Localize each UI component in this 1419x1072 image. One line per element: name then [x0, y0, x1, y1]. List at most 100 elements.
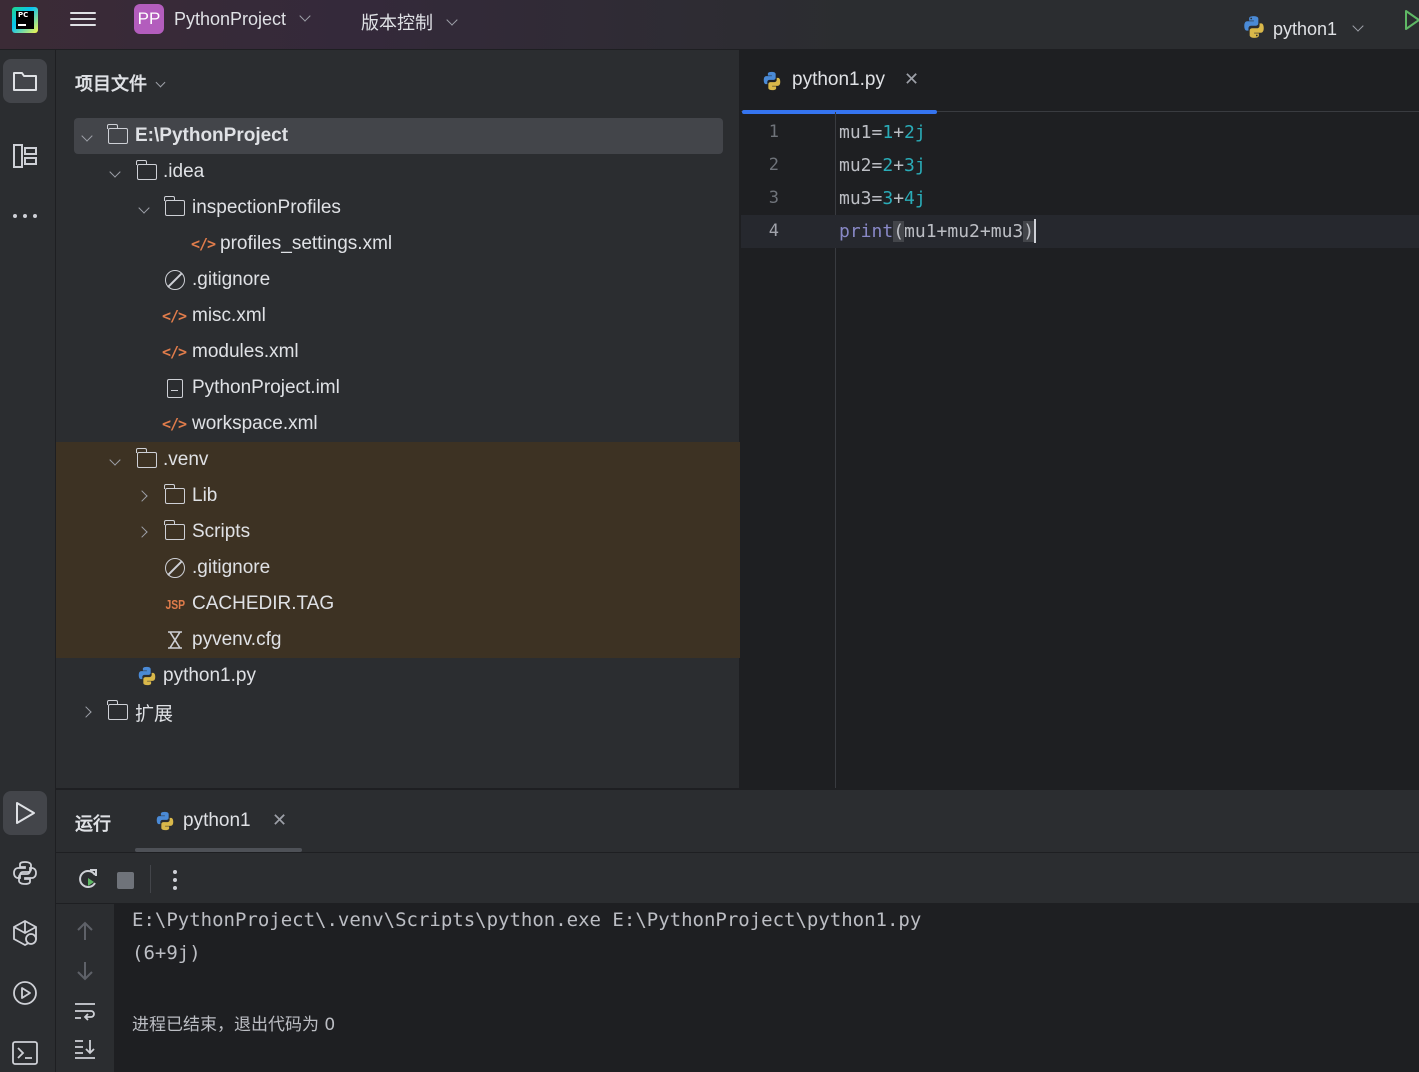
terminal-tool-button[interactable] [3, 1031, 47, 1072]
chevron-down-icon[interactable] [109, 454, 121, 466]
run-tool-button[interactable] [3, 791, 47, 835]
chevron-down-icon [299, 10, 311, 22]
python-icon [156, 811, 174, 831]
code-line[interactable]: 4 print(mu1+mu2+mu3) [741, 215, 1419, 248]
tree-item-idea[interactable]: .idea [56, 154, 740, 190]
more-tools-button[interactable] [3, 194, 47, 238]
chevron-down-icon [1352, 20, 1364, 32]
line-number[interactable]: 3 [741, 182, 779, 215]
project-selector[interactable]: PythonProject [174, 9, 311, 30]
run-config-selector[interactable]: python1 [1241, 9, 1364, 40]
iml-file-icon [167, 378, 183, 398]
tree-item-gitignore[interactable]: .gitignore [56, 262, 740, 298]
tree-item-project-root[interactable]: E:\PythonProject [56, 118, 740, 154]
console-output[interactable]: E:\PythonProject\.venv\Scripts\python.ex… [114, 904, 1419, 1072]
tree-item-profiles-settings[interactable]: </> profiles_settings.xml [56, 226, 740, 262]
line-number[interactable]: 4 [741, 215, 779, 248]
arrow-down-icon[interactable] [75, 960, 95, 982]
console-side-toolbar [56, 904, 114, 1072]
project-name: PythonProject [174, 9, 287, 29]
line-number[interactable]: 1 [741, 116, 779, 149]
project-panel-title[interactable]: 项目文件 [75, 70, 166, 96]
folder-icon [164, 484, 185, 504]
code-token: 1 [882, 122, 894, 143]
structure-icon [13, 144, 37, 168]
code-token: ( [893, 221, 905, 242]
arrow-up-icon[interactable] [75, 920, 95, 942]
tree-item-label: .gitignore [192, 557, 271, 578]
tree-item-label: E:\PythonProject [135, 125, 289, 146]
run-tab-python1[interactable]: python1 ✕ [134, 790, 381, 852]
main-menu-button[interactable] [70, 8, 96, 32]
code-token: 4j [904, 188, 926, 209]
stop-icon[interactable] [117, 872, 134, 889]
code-line[interactable]: 3 mu3=3+4j [741, 182, 1419, 215]
structure-tool-button[interactable] [3, 134, 47, 178]
code-token: mu1+mu2+mu3 [904, 221, 1024, 242]
chevron-right-icon[interactable] [80, 706, 92, 718]
run-icon[interactable] [1404, 8, 1419, 32]
tree-item-misc-xml[interactable]: </> misc.xml [56, 298, 740, 334]
tree-item-label: CACHEDIR.TAG [192, 593, 335, 614]
xml-file-icon: </> [161, 307, 187, 325]
run-tab-label: python1 [183, 810, 251, 831]
close-icon[interactable]: ✕ [904, 69, 919, 90]
tree-item-label: Scripts [192, 521, 251, 542]
xml-file-icon: </> [190, 235, 216, 253]
code-text: mu3=3+4j [839, 182, 926, 215]
tree-item-venv-gitignore[interactable]: .gitignore [56, 550, 740, 586]
chevron-down-icon[interactable] [81, 130, 93, 142]
tree-item-extensions[interactable]: 扩展 [56, 694, 740, 730]
tree-item-label: python1.py [163, 665, 256, 686]
tree-item-project-iml[interactable]: PythonProject.iml [56, 370, 740, 406]
rerun-icon[interactable] [76, 867, 100, 891]
project-badge[interactable]: PP [134, 4, 164, 34]
folder-icon [107, 700, 128, 720]
folder-icon [136, 160, 157, 180]
xml-file-icon: </> [161, 415, 187, 433]
ignore-file-icon [165, 558, 185, 578]
tree-item-inspection-profiles[interactable]: inspectionProfiles [56, 190, 740, 226]
code-token: mu2= [839, 155, 883, 176]
pycharm-logo-icon[interactable]: PC [12, 7, 38, 33]
tree-item-python1-py[interactable]: python1.py [56, 658, 740, 694]
run-panel: 运行 python1 ✕ E:\PythonProject\.venv\Scri… [56, 789, 1419, 1072]
tree-item-venv[interactable]: .venv [56, 442, 740, 478]
editor-tab-python1[interactable]: python1.py ✕ [741, 50, 937, 114]
tree-item-workspace-xml[interactable]: </> workspace.xml [56, 406, 740, 442]
active-tab-indicator [742, 110, 937, 114]
python-file-icon [138, 666, 156, 686]
code-token: 2j [904, 122, 926, 143]
tree-item-cachedir-tag[interactable]: JSP CACHEDIR.TAG [56, 586, 740, 622]
code-token: 2 [882, 155, 894, 176]
tree-item-lib[interactable]: Lib [56, 478, 740, 514]
scroll-to-end-icon[interactable] [73, 1038, 97, 1060]
folder-icon [164, 196, 185, 216]
services-tool-button[interactable] [3, 911, 47, 955]
code-token: + [893, 188, 905, 209]
soft-wrap-icon[interactable] [73, 1001, 97, 1021]
code-line[interactable]: 1 mu1=1+2j [741, 116, 1419, 149]
chevron-right-icon[interactable] [136, 490, 148, 502]
more-vertical-icon[interactable] [172, 869, 178, 891]
python-packages-button[interactable] [3, 851, 47, 895]
code-token: mu3= [839, 188, 883, 209]
project-tool-button[interactable] [3, 59, 47, 103]
tree-item-scripts[interactable]: Scripts [56, 514, 740, 550]
packages-icon [13, 919, 37, 947]
tree-item-modules-xml[interactable]: </> modules.xml [56, 334, 740, 370]
tree-item-pyvenv-cfg[interactable]: pyvenv.cfg [56, 622, 740, 658]
line-number[interactable]: 2 [741, 149, 779, 182]
vcs-menu[interactable]: 版本控制 [361, 9, 458, 35]
chevron-right-icon[interactable] [136, 526, 148, 538]
run-panel-title: 运行 [75, 814, 111, 835]
chevron-down-icon[interactable] [109, 166, 121, 178]
services-button[interactable] [3, 971, 47, 1015]
code-token: print [839, 221, 894, 242]
close-icon[interactable]: ✕ [272, 810, 287, 831]
python-icon [1244, 16, 1264, 38]
code-token: 3 [882, 188, 894, 209]
python-file-icon [763, 71, 781, 91]
chevron-down-icon[interactable] [138, 202, 150, 214]
code-line[interactable]: 2 mu2=2+3j [741, 149, 1419, 182]
